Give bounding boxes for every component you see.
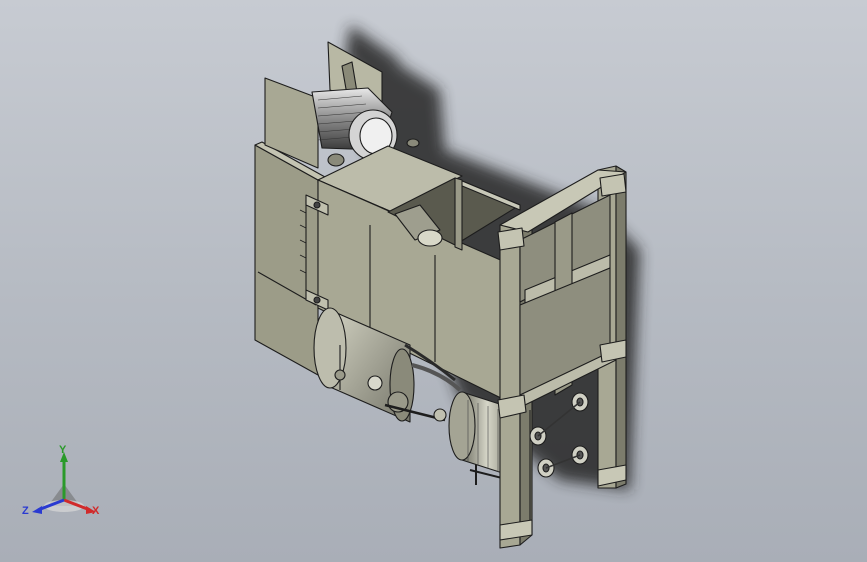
frame-bracket-top-right[interactable] <box>599 173 627 197</box>
frame-bracket-top-left[interactable] <box>497 227 525 251</box>
x-axis-label: X <box>92 505 100 517</box>
orientation-triad: Y X Z <box>22 444 106 528</box>
z-axis-label: Z <box>22 505 29 517</box>
cad-viewport[interactable]: Y X Z <box>0 0 867 562</box>
y-axis-label: Y <box>59 444 67 456</box>
machine-model[interactable] <box>0 0 867 562</box>
